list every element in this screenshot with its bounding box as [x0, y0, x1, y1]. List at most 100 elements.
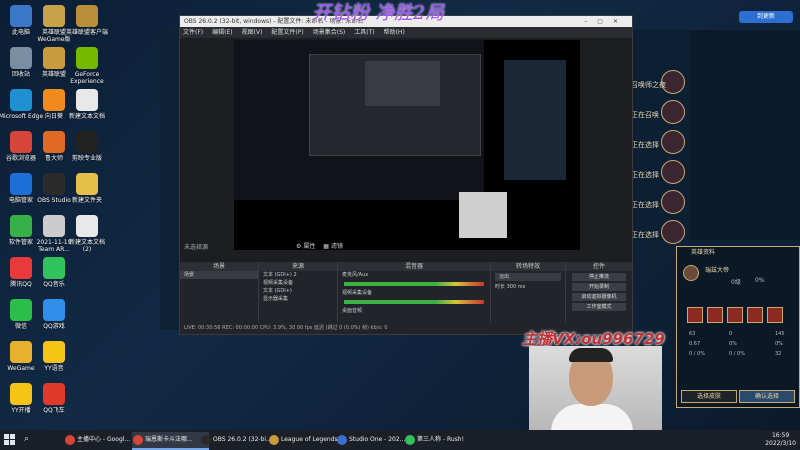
champion-pick-icon[interactable] — [661, 220, 685, 244]
start-recording-button[interactable]: 开始录制 — [572, 283, 626, 291]
source-item[interactable]: 显示器采集 — [259, 295, 337, 303]
rune-icon[interactable] — [747, 307, 763, 323]
app-icon — [10, 341, 32, 363]
source-item[interactable]: 文本 (GDI+) — [259, 287, 337, 295]
app-icon — [43, 47, 65, 69]
webcam-overlay — [529, 346, 662, 430]
rune-icon[interactable] — [767, 307, 783, 323]
pick-status-label: 正在选择 — [631, 171, 659, 179]
app-icon — [76, 173, 98, 195]
desktop-icon[interactable]: QQ游戏 — [31, 296, 77, 330]
stop-streaming-button[interactable]: 停止推流 — [572, 273, 626, 281]
filter-icon[interactable]: ▦ — [323, 243, 329, 250]
window-controls[interactable]: –▢✕ — [584, 16, 628, 27]
app-icon — [43, 257, 65, 279]
desktop-icon-label: QQ飞车 — [43, 407, 65, 414]
pick-status-label: 正在召唤 — [631, 111, 659, 119]
app-icon — [405, 435, 415, 445]
champion-pick-icon[interactable] — [661, 100, 685, 124]
choose-skin-button[interactable]: 选择皮肤 — [681, 390, 737, 403]
search-icon[interactable]: ⌕ — [24, 434, 29, 444]
source-item[interactable]: 文本 (GDI+) 2 — [259, 271, 337, 279]
duration-value: 300 ms — [506, 284, 526, 290]
desktop-icon-label: 英雄联盟客户端 — [65, 29, 108, 36]
rune-icon[interactable] — [707, 307, 723, 323]
desktop-icon[interactable]: QQ飞车 — [31, 380, 77, 414]
champion-avatar — [683, 265, 699, 281]
system-clock[interactable]: 16:59 2022/3/10 — [765, 432, 796, 448]
filters-button[interactable]: 滤镜 — [331, 243, 343, 250]
volume-meter[interactable] — [344, 300, 484, 304]
obs-docks: 场景 场景 来源 文本 (GDI+) 2 视频采集设备 文本 (GDI+) 显示… — [180, 262, 633, 322]
clock-time: 16:59 — [771, 432, 790, 439]
desktop-icon-label: GeForce Experience — [70, 71, 104, 85]
app-icon — [269, 435, 279, 445]
taskbar-app-label: League of Legends — [281, 436, 338, 443]
champion-name: 瑞兹大帝 — [705, 267, 730, 274]
taskbar-app[interactable]: 主播中心 - Googl... — [64, 432, 141, 448]
windows-start-icon[interactable] — [4, 434, 15, 445]
preview-label: 未选择源 — [184, 244, 209, 251]
stat-value: 0 — [729, 331, 733, 337]
scenes-dock-title: 场景 — [180, 262, 258, 271]
stat-value: 32 — [775, 351, 782, 357]
nested-preview-3 — [365, 61, 440, 106]
app-icon — [337, 435, 347, 445]
clock-date: 2022/3/10 — [765, 440, 796, 447]
desktop-icon[interactable]: 新建文本文档 — [64, 86, 110, 120]
client-update-button[interactable]: 到更新 — [739, 11, 793, 23]
transition-duration[interactable]: 时长 300 ms — [491, 283, 565, 291]
obs-menu-item[interactable]: 文件(F) — [183, 29, 203, 36]
app-icon — [10, 47, 32, 69]
obs-menu-item[interactable]: 视图(V) — [242, 29, 263, 36]
obs-menu-item[interactable]: 工具(T) — [354, 29, 374, 36]
taskbar-app[interactable]: OBS 26.0.2 (32-bi... — [200, 432, 277, 448]
app-icon — [10, 215, 32, 237]
desktop-icon[interactable]: YY语音 — [31, 338, 77, 372]
pick-status-label: 正在选择 — [631, 141, 659, 149]
app-icon — [10, 299, 32, 321]
confirm-button[interactable]: 确认选择 — [739, 390, 795, 403]
app-icon — [43, 383, 65, 405]
desktop-icon[interactable]: 英雄联盟客户端 — [64, 2, 110, 36]
app-icon — [43, 341, 65, 363]
rune-icon[interactable] — [727, 307, 743, 323]
obs-menu-item[interactable]: 帮助(H) — [384, 29, 405, 36]
volume-meter[interactable] — [344, 282, 484, 286]
taskbar-app[interactable]: 瑞恩斯卡斗法哪... — [132, 432, 209, 450]
taskbar-app-label: Studio One - 202... — [349, 436, 406, 443]
mixer-track-label: 麦克风/Aux — [342, 272, 369, 278]
desktop-icon[interactable]: GeForce Experience — [64, 44, 110, 85]
app-icon — [133, 435, 143, 445]
taskbar-app[interactable]: Studio One - 202... — [336, 432, 413, 448]
scene-item[interactable]: 场景 — [180, 271, 258, 279]
champion-percent: 0% — [755, 277, 765, 284]
properties-button[interactable]: 属性 — [303, 243, 315, 250]
transitions-dock-title: 转场特效 — [491, 262, 565, 271]
stream-watermark-top: 开钻粉 净胜2局 — [312, 2, 445, 24]
taskbar-app-label: OBS 26.0.2 (32-bi... — [213, 436, 272, 443]
virtual-camera-button[interactable]: 启动虚拟摄像机 — [572, 293, 626, 301]
desktop-icon[interactable]: 剪映专业版 — [64, 128, 110, 162]
source-item[interactable]: 视频采集设备 — [259, 279, 337, 287]
desktop-icons: 此电脑 回收站 Microsoft Edge 谷歌浏览器 电脑管家 软件管家 腾讯QQ 微信 W… — [0, 0, 108, 430]
desktop-icon[interactable]: QQ音乐 — [31, 254, 77, 288]
transition-select[interactable]: 淡出 — [495, 273, 561, 281]
desktop-icon[interactable]: 新建文本文档 (2) — [64, 212, 110, 253]
obs-menu-item[interactable]: 配置文件(P) — [271, 29, 303, 36]
rune-icon[interactable] — [687, 307, 703, 323]
champion-pick-icon[interactable] — [661, 160, 685, 184]
taskbar-app[interactable]: League of Legends — [268, 432, 345, 448]
obs-menu-item[interactable]: 编辑(E) — [212, 29, 232, 36]
obs-window: OBS 26.0.2 (32-bit, windows) - 配置文件: 未命名… — [179, 15, 633, 335]
taskbar-app[interactable]: 第三人称 - Rush! — [404, 432, 481, 448]
obs-preview[interactable] — [234, 40, 580, 250]
obs-menu-item[interactable]: 场景集合(S) — [313, 29, 346, 36]
champion-pick-icon[interactable] — [661, 130, 685, 154]
studio-mode-button[interactable]: 工作室模式 — [572, 303, 626, 311]
desktop-icon[interactable]: 新建文件夹 — [64, 170, 110, 204]
champion-pick-icon[interactable] — [661, 190, 685, 214]
app-icon — [65, 435, 75, 445]
app-icon — [10, 383, 32, 405]
gear-icon[interactable]: ⚙ — [296, 243, 301, 250]
